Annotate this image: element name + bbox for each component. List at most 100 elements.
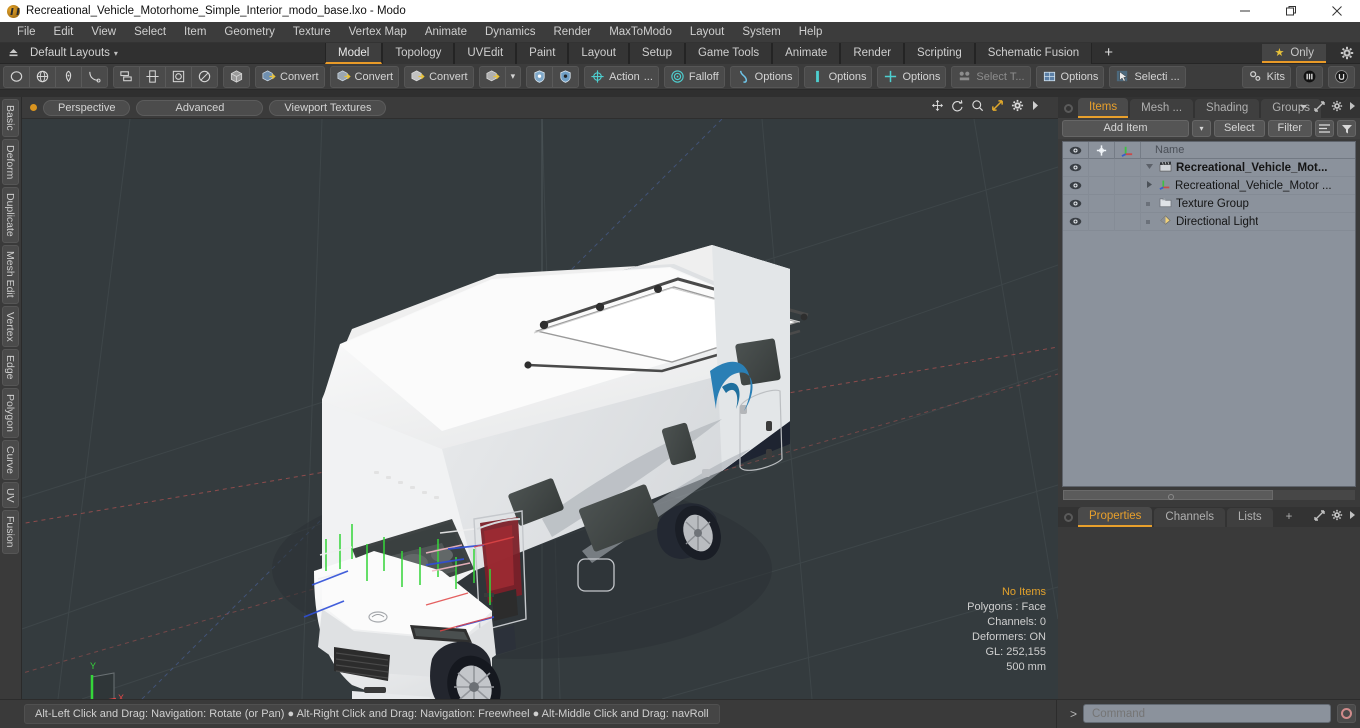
viewport-shading-selector[interactable]: Advanced (136, 99, 264, 116)
filter-button[interactable]: Filter (1267, 120, 1312, 137)
row-lock-cell[interactable] (1089, 176, 1115, 195)
menu-item[interactable]: Item (175, 22, 215, 43)
add-item-button[interactable]: Add Item (1062, 120, 1189, 137)
menu-vertex-map[interactable]: Vertex Map (340, 22, 416, 43)
row-lock-cell[interactable] (1089, 158, 1115, 177)
add-tab-button[interactable]: + (1092, 43, 1125, 64)
row-label-cell[interactable]: Recreational_Vehicle_Motor ... (1141, 178, 1332, 193)
row-visibility-toggle[interactable] (1063, 158, 1089, 177)
curve-tool-icon[interactable] (81, 66, 107, 87)
table-row[interactable]: Recreational_Vehicle_Mot... (1063, 158, 1355, 177)
menu-view[interactable]: View (82, 22, 125, 43)
row-label-cell[interactable]: Directional Light (1141, 214, 1258, 229)
align-center-icon[interactable] (139, 66, 165, 87)
vtab-vertex[interactable]: Vertex (2, 305, 19, 348)
row-visibility-toggle[interactable] (1063, 212, 1089, 231)
tab-animate[interactable]: Animate (772, 43, 841, 64)
tab-topology[interactable]: Topology (382, 43, 455, 64)
row-label-cell[interactable]: Texture Group (1141, 197, 1249, 211)
tab-scripting[interactable]: Scripting (904, 43, 975, 64)
unreal-badge-icon[interactable] (1329, 67, 1354, 87)
vtab-mesh-edit[interactable]: Mesh Edit (2, 244, 19, 304)
select-button[interactable]: Select (1213, 120, 1265, 137)
vtab-uv[interactable]: UV (2, 481, 19, 509)
menu-animate[interactable]: Animate (416, 22, 476, 43)
vtab-deform[interactable]: Deform (2, 138, 19, 186)
selection-button[interactable]: Selecti ... (1110, 67, 1184, 87)
tab-properties[interactable]: Properties (1078, 507, 1153, 527)
rotate-icon[interactable] (951, 99, 964, 115)
vtab-polygon[interactable]: Polygon (2, 387, 19, 438)
arrow-right-icon[interactable] (1349, 101, 1356, 114)
row-visibility-toggle[interactable] (1063, 194, 1089, 213)
fit-icon[interactable] (991, 99, 1004, 115)
list-options-icon[interactable] (1315, 120, 1334, 137)
table-row[interactable]: Directional Light (1063, 212, 1355, 231)
expand-icon[interactable] (1314, 509, 1325, 524)
gear-icon[interactable] (1331, 509, 1343, 524)
expander-right-icon[interactable] (1145, 180, 1155, 192)
tab-render[interactable]: Render (840, 43, 905, 64)
falloff-button[interactable]: Falloff (665, 67, 724, 87)
menu-select[interactable]: Select (125, 22, 175, 43)
frame-circle-icon[interactable] (165, 66, 191, 87)
row-axis-cell[interactable] (1115, 176, 1141, 195)
tab-lists[interactable]: Lists (1227, 508, 1273, 527)
menu-file[interactable]: File (8, 22, 45, 43)
shield-b-icon[interactable] (552, 66, 578, 87)
pan-icon[interactable] (931, 99, 944, 115)
ellipse-icon[interactable] (191, 66, 217, 87)
shield-a-icon[interactable] (527, 67, 552, 87)
table-row[interactable]: Texture Group (1063, 194, 1355, 213)
vtab-duplicate[interactable]: Duplicate (2, 187, 19, 243)
command-input[interactable] (1083, 704, 1331, 723)
item-tree-hscrollbar[interactable] (1062, 489, 1356, 501)
menu-texture[interactable]: Texture (284, 22, 340, 43)
stack-icon[interactable] (114, 67, 139, 87)
scrollbar-thumb[interactable] (1063, 490, 1274, 500)
tab-channels[interactable]: Channels (1154, 508, 1226, 527)
menu-render[interactable]: Render (544, 22, 600, 43)
minimize-button[interactable] (1222, 0, 1268, 22)
tab-schematic-fusion[interactable]: Schematic Fusion (974, 43, 1093, 64)
row-axis-cell[interactable] (1115, 212, 1141, 231)
menu-system[interactable]: System (733, 22, 789, 43)
vtab-basic[interactable]: Basic (2, 99, 19, 137)
gear-icon[interactable] (1011, 99, 1024, 115)
menu-geometry[interactable]: Geometry (215, 22, 284, 43)
expander-down-icon[interactable] (1145, 162, 1155, 174)
add-panel-tab-button[interactable]: + (1275, 508, 1304, 527)
convert-dropdown-icon[interactable] (480, 67, 505, 87)
row-label-cell[interactable]: Recreational_Vehicle_Mot... (1141, 161, 1327, 175)
tab-model[interactable]: Model (325, 43, 383, 64)
tab-game-tools[interactable]: Game Tools (684, 43, 773, 64)
cube-icon[interactable] (224, 67, 249, 87)
home-up-icon[interactable] (0, 43, 26, 64)
convert-button-3[interactable]: Convert (405, 67, 473, 87)
gear-icon[interactable] (1340, 46, 1354, 63)
zoom-icon[interactable] (971, 99, 984, 115)
panel-handle-icon[interactable] (1064, 104, 1073, 113)
arrow-right-icon[interactable] (1349, 510, 1356, 523)
vtab-edge[interactable]: Edge (2, 349, 19, 386)
row-lock-cell[interactable] (1089, 212, 1115, 231)
viewport-canvas[interactable]: Y X Z (22, 119, 1058, 699)
panel-handle-icon[interactable] (1064, 513, 1073, 522)
layout-preset-label[interactable]: Default Layouts (26, 47, 110, 59)
menu-maxtomodo[interactable]: MaxToModo (600, 22, 681, 43)
only-toggle-button[interactable]: ★ Only (1262, 44, 1326, 63)
gear-icon[interactable] (1331, 100, 1343, 115)
menu-dynamics[interactable]: Dynamics (476, 22, 544, 43)
chevron-down-icon[interactable] (1299, 102, 1308, 114)
close-button[interactable] (1314, 0, 1360, 22)
tab-setup[interactable]: Setup (628, 43, 685, 64)
sphere-tool-icon[interactable] (29, 66, 55, 87)
convert-button-2[interactable]: Convert (331, 67, 399, 87)
vtab-fusion[interactable]: Fusion (2, 510, 19, 554)
modo-badge-icon[interactable] (1297, 67, 1322, 87)
chevron-down-icon[interactable]: ▾ (114, 49, 118, 58)
row-visibility-toggle[interactable] (1063, 176, 1089, 195)
tab-uvedit[interactable]: UVEdit (454, 43, 517, 64)
row-axis-cell[interactable] (1115, 194, 1141, 213)
record-icon[interactable] (1337, 704, 1356, 723)
